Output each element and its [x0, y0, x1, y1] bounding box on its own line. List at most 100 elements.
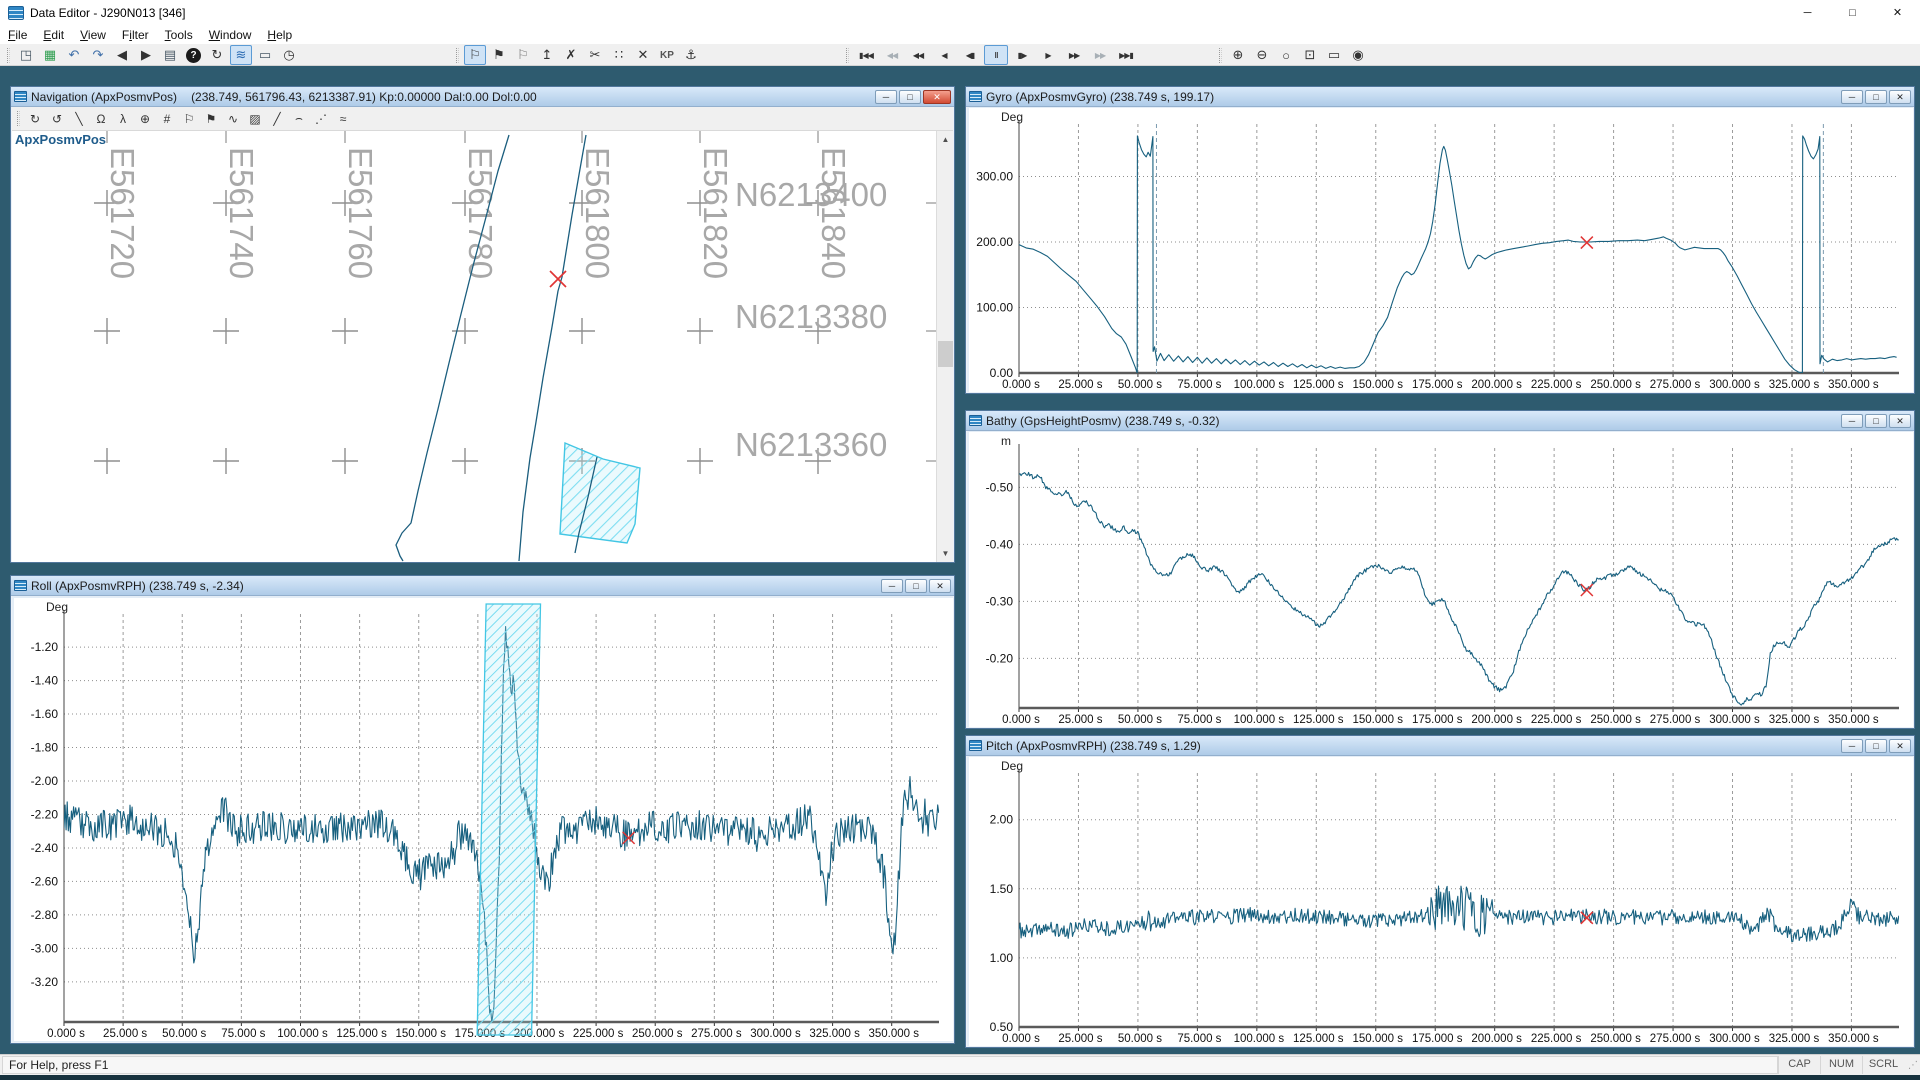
maximize-button[interactable]: □	[1830, 0, 1875, 26]
crp-icon[interactable]: ∿	[223, 109, 243, 128]
menu-file[interactable]: File	[0, 27, 35, 43]
prev-button[interactable]: ◀	[111, 45, 133, 65]
toolbar-grip[interactable]	[1219, 48, 1222, 63]
gyro-maximize-button[interactable]: □	[1865, 90, 1887, 104]
navigation-maximize-button[interactable]: □	[899, 90, 921, 104]
arc-icon[interactable]: ⌢	[289, 109, 309, 128]
next-button[interactable]: ▶	[135, 45, 157, 65]
scroll-up-icon[interactable]: ▲	[937, 131, 954, 148]
scroll-down-icon[interactable]: ▼	[937, 545, 954, 562]
zoom-in-button[interactable]: ⊕	[1227, 45, 1249, 65]
pitch-plot[interactable]: 0.501.001.502.000.000 s25.000 s50.000 s7…	[969, 757, 1913, 1046]
flag-hide-icon[interactable]: ⚑	[201, 109, 221, 128]
menu-window[interactable]: Window	[201, 27, 260, 43]
flag-show-icon[interactable]: ⚐	[179, 109, 199, 128]
toolbar-grip[interactable]	[846, 48, 849, 63]
scatter-accept-button[interactable]: ∷	[608, 45, 630, 65]
map-vertical-scrollbar[interactable]: ▲ ▼	[936, 131, 953, 562]
titlebar[interactable]: Data Editor - J290N013 [346] ─ □ ✕	[0, 0, 1920, 26]
resize-grip[interactable]: ⋰	[1904, 1060, 1920, 1071]
bathy-maximize-button[interactable]: □	[1865, 414, 1887, 428]
uturn-icon[interactable]: Ω	[91, 109, 111, 128]
menu-help[interactable]: Help	[259, 27, 300, 43]
rotate-ccw-icon[interactable]: ↺	[47, 109, 67, 128]
anchor-button[interactable]: ⚓	[680, 45, 702, 65]
menu-view[interactable]: View	[72, 27, 114, 43]
menu-edit[interactable]: Edit	[35, 27, 72, 43]
draw-line-icon[interactable]: ╲	[69, 109, 89, 128]
timeseries-view-button[interactable]: ≋	[230, 45, 252, 65]
frame-forward-button[interactable]: ▮▶	[1010, 45, 1034, 65]
interpolate-button[interactable]: ↥	[536, 45, 558, 65]
rewind-button[interactable]: ◀◀	[906, 45, 930, 65]
close-button[interactable]: ✕	[1875, 0, 1920, 26]
rotate-cw-icon[interactable]: ↻	[25, 109, 45, 128]
minimize-button[interactable]: ─	[1785, 0, 1830, 26]
zoom-reset-button[interactable]: ○	[1275, 45, 1297, 65]
bathy-window-titlebar[interactable]: Bathy (GpsHeightPosmv) (238.749 s, -0.32…	[966, 411, 1914, 431]
pitch-minimize-button[interactable]: ─	[1841, 739, 1863, 753]
gyro-plot[interactable]: 0.00100.00200.00300.000.000 s25.000 s50.…	[969, 108, 1913, 392]
pause-button[interactable]: ‖	[984, 45, 1008, 65]
gyro-minimize-button[interactable]: ─	[1841, 90, 1863, 104]
undo-button[interactable]: ↶	[63, 45, 85, 65]
grid-snap-icon[interactable]: #	[157, 109, 177, 128]
zoom-box-button[interactable]: ⊡	[1299, 45, 1321, 65]
flag-reject-button[interactable]: ⚑	[488, 45, 510, 65]
help-button[interactable]: ?	[186, 48, 201, 63]
zoom-window-button[interactable]: ▭	[1323, 45, 1345, 65]
toolbar-grip[interactable]	[17, 111, 20, 126]
navigation-window-titlebar[interactable]: Navigation (ApxPosmvPos) (238.749, 56179…	[11, 87, 954, 107]
despike-button[interactable]: ✗	[560, 45, 582, 65]
open-button[interactable]: ◳	[15, 45, 37, 65]
bathy-close-button[interactable]: ✕	[1889, 414, 1911, 428]
skip-end-button[interactable]: ▶▶▮	[1114, 45, 1138, 65]
pitch-window-titlebar[interactable]: Pitch (ApxPosmvRPH) (238.749 s, 1.29) ─ …	[966, 736, 1914, 756]
toolbar-grip[interactable]	[456, 48, 459, 63]
roll-window-titlebar[interactable]: Roll (ApxPosmvRPH) (238.749 s, -2.34) ─ …	[11, 576, 954, 596]
flag-accept-button[interactable]: ⚐	[464, 45, 486, 65]
ruler-button[interactable]: ▭	[254, 45, 276, 65]
gyro-close-button[interactable]: ✕	[1889, 90, 1911, 104]
gyro-window-titlebar[interactable]: Gyro (ApxPosmvGyro) (238.749 s, 199.17) …	[966, 87, 1914, 107]
refresh-button[interactable]: ↻	[206, 45, 228, 65]
kp-button[interactable]: KP	[656, 45, 678, 65]
print-button[interactable]: ▤	[159, 45, 181, 65]
wiggle-icon[interactable]: ≈	[333, 109, 353, 128]
fast-forward-button[interactable]: ▶▶	[1088, 45, 1112, 65]
frame-back-button[interactable]: ◀▮	[958, 45, 982, 65]
path-points-icon[interactable]: ⋰	[311, 109, 331, 128]
spline-icon[interactable]: λ	[113, 109, 133, 128]
add-node-icon[interactable]: ⊕	[135, 109, 155, 128]
coverage-icon[interactable]: ▨	[245, 109, 265, 128]
skip-start-button[interactable]: ▮◀◀	[854, 45, 878, 65]
redo-button[interactable]: ↷	[87, 45, 109, 65]
fast-rewind-button[interactable]: ◀◀	[880, 45, 904, 65]
split-line-button[interactable]: ✂	[584, 45, 606, 65]
toolbar-grip[interactable]	[7, 48, 10, 63]
play-button[interactable]: ▶	[1036, 45, 1060, 65]
roll-close-button[interactable]: ✕	[929, 579, 951, 593]
roll-plot[interactable]: -1.20-1.40-1.60-1.80-2.00-2.20-2.40-2.60…	[14, 598, 953, 1041]
navigation-close-button[interactable]: ✕	[923, 90, 951, 104]
map-area[interactable]: ApxPosmvPos E561720E561740E561760E561780…	[12, 131, 953, 561]
menu-filter[interactable]: Filter	[114, 27, 157, 43]
navigation-minimize-button[interactable]: ─	[875, 90, 897, 104]
scrollbar-thumb[interactable]	[938, 341, 953, 367]
flag-query-button[interactable]: ⚐	[512, 45, 534, 65]
zoom-out-button[interactable]: ⊖	[1251, 45, 1273, 65]
bathy-plot[interactable]: -0.50-0.40-0.30-0.200.000 s25.000 s50.00…	[969, 432, 1913, 727]
zoom-center-button[interactable]: ◉	[1347, 45, 1369, 65]
pitch-close-button[interactable]: ✕	[1889, 739, 1911, 753]
forward-button[interactable]: ▶▶	[1062, 45, 1086, 65]
step-back-button[interactable]: ◀	[932, 45, 956, 65]
scatter-reject-button[interactable]: ✕	[632, 45, 654, 65]
menu-tools[interactable]: Tools	[157, 27, 201, 43]
segment-icon[interactable]: ╱	[267, 109, 287, 128]
save-button[interactable]: ▦	[39, 45, 61, 65]
pitch-maximize-button[interactable]: □	[1865, 739, 1887, 753]
time-world-button[interactable]: ◷	[278, 45, 300, 65]
roll-maximize-button[interactable]: □	[905, 579, 927, 593]
roll-minimize-button[interactable]: ─	[881, 579, 903, 593]
navigation-map[interactable]: E561720E561740E561760E561780E561800E5618…	[12, 131, 938, 562]
